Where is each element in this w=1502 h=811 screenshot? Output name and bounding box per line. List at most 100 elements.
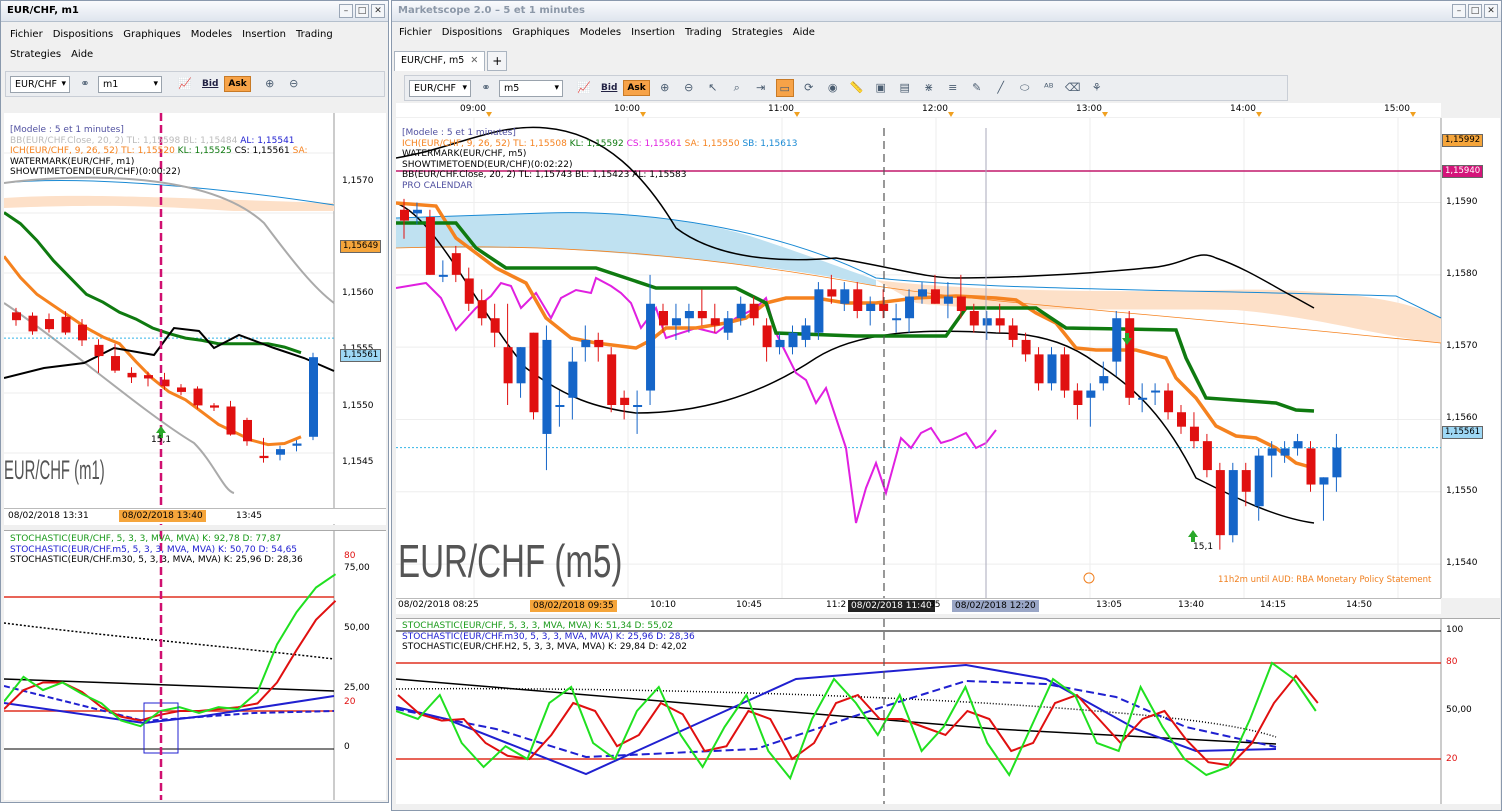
menu-item-aide[interactable]: Aide: [788, 23, 820, 43]
candle-body: [762, 325, 772, 348]
menu-item-modeles[interactable]: Modeles: [186, 25, 237, 45]
period-select[interactable]: m5: [499, 79, 563, 97]
bid-button[interactable]: Bid: [202, 79, 218, 89]
candle-body: [1125, 318, 1135, 398]
text-icon[interactable]: ᴬᴮ: [1040, 79, 1058, 97]
add-tab-button[interactable]: +: [487, 51, 508, 71]
menu-item-fichier[interactable]: Fichier: [5, 25, 48, 45]
price-tick: 1,1550: [342, 400, 374, 411]
zoom-out-icon[interactable]: ⊖: [680, 79, 698, 97]
candle-body: [177, 387, 186, 392]
tab-eurchf-m5[interactable]: EUR/CHF, m5 ✕: [394, 51, 486, 71]
menu-item-dispositions[interactable]: Dispositions: [48, 25, 119, 45]
right-price-chart[interactable]: [Modele : 5 et 1 minutes] ICH(EUR/CHF, 9…: [396, 118, 1500, 598]
candle-body: [1267, 448, 1277, 456]
candle-body: [28, 315, 38, 332]
candle-body: [982, 318, 992, 326]
ruler-icon[interactable]: 📏: [848, 79, 866, 97]
maximize-icon[interactable]: □: [1468, 4, 1482, 18]
link-icon[interactable]: ⚭: [76, 75, 94, 93]
cursor-icon[interactable]: ↖: [704, 79, 722, 97]
ask-button[interactable]: Ask: [224, 76, 251, 92]
right-title-bar[interactable]: Marketscope 2.0 – 5 et 1 minutes – □ ✕: [392, 1, 1501, 22]
instrument-select[interactable]: EUR/CHF: [409, 79, 471, 97]
zoom-out-icon[interactable]: ⊖: [285, 75, 303, 93]
menu-item-insertion[interactable]: Insertion: [237, 25, 291, 45]
instrument-select[interactable]: EUR/CHF: [10, 75, 70, 93]
tab-close-icon[interactable]: ✕: [470, 55, 478, 66]
price-tag-pink: 1,15940: [1442, 165, 1484, 178]
menu-item-insertion[interactable]: Insertion: [626, 23, 680, 43]
tree-icon[interactable]: ⚘: [1088, 79, 1106, 97]
period-select[interactable]: m1: [98, 75, 162, 93]
chart-type-icon[interactable]: 📈: [176, 75, 194, 93]
candle-body: [568, 361, 578, 398]
pen-icon[interactable]: ✎: [968, 79, 986, 97]
stoch-m30-label: STOCHASTIC(EUR/CHF.m30, 5, 3, 3, MVA, MV…: [10, 555, 303, 565]
scroll-icon[interactable]: ⇥: [752, 79, 770, 97]
candle-body: [995, 318, 1005, 326]
candle-body: [78, 324, 87, 341]
menu-item-aide[interactable]: Aide: [66, 45, 98, 65]
zoom-in-icon[interactable]: ⊕: [656, 79, 674, 97]
menu-item-strategies[interactable]: Strategies: [5, 45, 66, 65]
menu-item-trading[interactable]: Trading: [291, 25, 338, 45]
menu-item-strategies[interactable]: Strategies: [727, 23, 788, 43]
eraser-icon[interactable]: ⌫: [1064, 79, 1082, 97]
stoch-m30-signal: [4, 622, 335, 660]
refresh-icon[interactable]: ⟳: [800, 79, 818, 97]
fibonacci-icon[interactable]: ⋇: [920, 79, 938, 97]
ellipse-icon[interactable]: ⬭: [1016, 79, 1034, 97]
minimize-icon[interactable]: –: [339, 4, 353, 18]
candle-body: [710, 318, 720, 326]
comment-icon[interactable]: ▭: [775, 79, 794, 97]
menu-item-modeles[interactable]: Modeles: [575, 23, 626, 43]
candle-body: [775, 339, 785, 348]
candle-body: [1099, 376, 1109, 384]
price-tag-current: 1,15561: [1442, 426, 1484, 439]
left-title-bar[interactable]: EUR/CHF, m1 – □ ✕: [1, 1, 388, 22]
candle-body: [814, 289, 824, 333]
candle-body: [1228, 470, 1238, 536]
event-marker-icon: [1410, 112, 1416, 117]
close-icon[interactable]: ✕: [1484, 4, 1498, 18]
candle-body: [226, 406, 236, 435]
candle-body: [1151, 390, 1161, 393]
candle-body: [892, 318, 902, 321]
menu-item-fichier[interactable]: Fichier: [394, 23, 437, 43]
zoom-in-icon[interactable]: ⊕: [261, 75, 279, 93]
menu-item-dispositions[interactable]: Dispositions: [437, 23, 508, 43]
left-oscillator-panel[interactable]: STOCHASTIC(EUR/CHF, 5, 3, 3, MVA, MVA) K…: [4, 530, 386, 800]
menu-item-graphiques[interactable]: Graphiques: [118, 25, 186, 45]
price-tag-orange: 1,15992: [1442, 134, 1484, 147]
candle-body: [529, 332, 539, 413]
close-icon[interactable]: ✕: [371, 4, 385, 18]
minimize-icon[interactable]: –: [1452, 4, 1466, 18]
globe-icon[interactable]: ◉: [824, 79, 842, 97]
candle-body: [918, 289, 927, 297]
osc-tag-20: 20: [1446, 754, 1458, 764]
ich-sa-label: SA: 1,15550: [684, 138, 740, 149]
ich-cs-label: CS: 1,15561: [234, 146, 290, 156]
candle-body: [956, 296, 966, 311]
chart-type-icon[interactable]: 📈: [575, 79, 593, 97]
menu-item-graphiques[interactable]: Graphiques: [507, 23, 575, 43]
template-icon[interactable]: ▤: [896, 79, 914, 97]
candle-body: [1164, 390, 1174, 413]
bid-button[interactable]: Bid: [601, 83, 617, 93]
ask-button[interactable]: Ask: [623, 80, 650, 96]
right-oscillator-panel[interactable]: STOCHASTIC(EUR/CHF, 5, 3, 3, MVA, MVA) K…: [396, 618, 1500, 804]
stoch-h2-signal: [396, 687, 1277, 738]
candle-body: [1047, 354, 1057, 384]
link-icon[interactable]: ⚭: [477, 79, 495, 97]
left-price-chart[interactable]: [Modele : 5 et 1 minutes] BB(EUR/CHF.Clo…: [4, 113, 386, 525]
lines-icon[interactable]: ≡: [944, 79, 962, 97]
arrow-label: 15,1: [1193, 542, 1214, 552]
trendline-icon[interactable]: ╱: [992, 79, 1010, 97]
menu-item-trading[interactable]: Trading: [680, 23, 727, 43]
maximize-icon[interactable]: □: [355, 4, 369, 18]
image-icon[interactable]: ▣: [872, 79, 890, 97]
zoom-area-icon[interactable]: ⌕: [728, 79, 746, 97]
event-marker-icon: [794, 112, 800, 117]
candle-body: [259, 455, 269, 459]
